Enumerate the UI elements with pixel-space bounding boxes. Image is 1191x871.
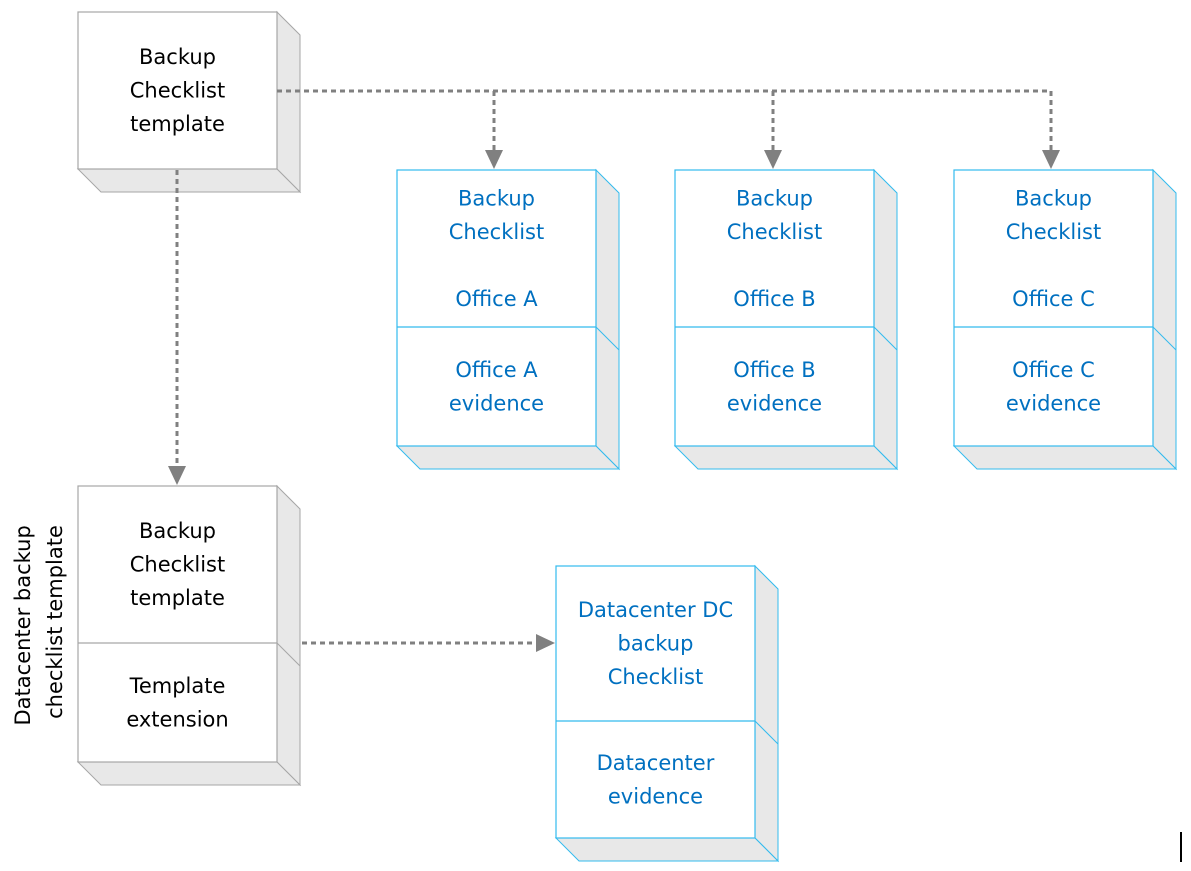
box-top-label: Backup Checklist template [130, 519, 225, 610]
office-a-checklist: Backup Checklist Office AOffice Aevidence [395, 168, 621, 471]
dc-template-side-label: Datacenter backup checklist template [11, 519, 67, 726]
box-bottom [76, 168, 302, 193]
backup-checklist-template: Backup Checklist template [76, 10, 302, 194]
office-b-checklist: Backup Checklist Office BOffice Bevidence [673, 168, 899, 471]
office-c-checklist: Backup Checklist Office COffice Cevidence [952, 168, 1178, 471]
arrowhead-icon [168, 466, 186, 485]
box-side [276, 484, 301, 787]
box-bottom [76, 761, 302, 786]
box-bottom [554, 837, 780, 862]
box-side [873, 168, 898, 471]
box-label: Backup Checklist template [130, 45, 225, 136]
box-bottom [395, 445, 621, 470]
arrowhead-icon [1042, 150, 1060, 169]
box-side [595, 168, 620, 471]
diagram: Backup Checklist template Backup Checklist Of… [11, 10, 1182, 863]
box-side [754, 564, 779, 863]
box-bottom [673, 445, 899, 470]
arrowhead-icon [764, 150, 782, 169]
box-bottom [952, 445, 1178, 470]
arrowhead-icon [485, 150, 503, 169]
arrowhead-icon [536, 634, 555, 652]
box-side [1152, 168, 1177, 471]
datacenter-dc-backup-checklist: Datacenter DC backup ChecklistDatacenter ev… [554, 564, 780, 863]
datacenter-backup-checklist-template: Backup Checklist templateTemplate extension [76, 484, 302, 787]
box-side [276, 10, 301, 194]
